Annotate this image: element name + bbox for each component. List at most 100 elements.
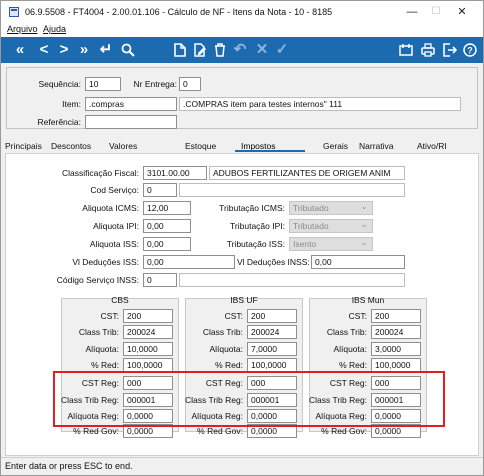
tributacao-icms-select[interactable]: Tributado — [289, 200, 373, 215]
title-bar: 06.9.5508 - FT4004 - 2.00.01.106 - Cálcu… — [1, 1, 483, 23]
aliquota-field[interactable]: 10,0000 — [123, 342, 173, 356]
red-label: % Red: — [339, 360, 367, 370]
next-record-icon[interactable]: > — [55, 37, 73, 63]
aliquota-label: Alíquota: — [333, 344, 367, 354]
options-icon[interactable] — [397, 37, 415, 63]
aliquota-ipi-label: Aliquota IPI: — [93, 221, 139, 231]
status-bar: Enter data or press ESC to end. — [1, 457, 483, 475]
codigo-servico-inss-description — [179, 273, 405, 287]
last-record-icon[interactable]: » — [73, 37, 95, 63]
exit-icon[interactable] — [441, 37, 459, 63]
cst-field[interactable]: 200 — [371, 309, 421, 323]
toolbar: « < > » ↵ ↶ ✕ ✓ ? — [1, 37, 483, 63]
vl-deducoes-iss-label: Vl Deduções ISS: — [72, 257, 139, 267]
class-trib-label: Class Trib: — [78, 327, 119, 337]
print-icon[interactable] — [419, 37, 437, 63]
aliquota-icms-field[interactable]: 12,00 — [143, 201, 191, 215]
cst-label: CST: — [224, 311, 243, 321]
aliquota-ipi-field[interactable]: 0,00 — [143, 219, 191, 233]
vl-deducoes-inss-label: Vl Deduções INSS: — [237, 257, 310, 267]
delete-icon[interactable] — [211, 37, 229, 63]
return-icon[interactable]: ↵ — [97, 37, 115, 63]
tax-group-title: IBS Mun — [351, 295, 385, 305]
vl-deducoes-inss-field[interactable]: 0,00 — [311, 255, 405, 269]
red-field[interactable]: 100,0000 — [247, 358, 297, 372]
item-description-field: .COMPRAS item para testes internos" 111 — [179, 97, 461, 111]
tab-descontos[interactable]: Descontos — [51, 141, 91, 151]
reference-field[interactable] — [85, 115, 177, 129]
tributacao-ipi-select[interactable]: Tributado — [289, 218, 373, 233]
maximize-button[interactable]: ☐ — [427, 4, 445, 20]
red-label: % Red: — [215, 360, 243, 370]
class-trib-label: Class Trib: — [202, 327, 243, 337]
active-tab-indicator — [235, 150, 305, 152]
aliquota-iss-label: Aliquota ISS: — [89, 239, 139, 249]
app-window: 06.9.5508 - FT4004 - 2.00.01.106 - Cálcu… — [0, 0, 484, 476]
delivery-label: Nr Entrega: — [133, 79, 177, 89]
red-field[interactable]: 100,0000 — [123, 358, 173, 372]
prev-record-icon[interactable]: < — [35, 37, 53, 63]
aliquota-label: Alíquota: — [209, 344, 243, 354]
cst-label: CST: — [100, 311, 119, 321]
menu-arquivo[interactable]: Arquivo — [7, 24, 38, 34]
tax-group-title: CBS — [111, 295, 129, 305]
tributacao-icms-label: Tributação ICMS: — [219, 203, 285, 213]
highlight-box — [53, 371, 445, 427]
item-label: Item: — [62, 99, 81, 109]
tab-valores[interactable]: Valores — [109, 141, 137, 151]
cst-label: CST: — [348, 311, 367, 321]
undo-icon[interactable]: ↶ — [231, 37, 249, 63]
confirm-icon[interactable]: ✓ — [273, 37, 291, 63]
minimize-button[interactable]: — — [403, 4, 421, 20]
tributacao-ipi-label: Tributação IPI: — [230, 221, 285, 231]
help-icon[interactable]: ? — [461, 37, 479, 63]
tab-estoque[interactable]: Estoque — [185, 141, 216, 151]
cst-field[interactable]: 200 — [247, 309, 297, 323]
tab-gerais[interactable]: Gerais — [323, 141, 348, 151]
tributacao-iss-label: Tributação ISS: — [226, 239, 285, 249]
classif-fiscal-field[interactable]: 3101.00.00 — [143, 166, 207, 180]
class-trib-label: Class Trib: — [326, 327, 367, 337]
cod-servico-field[interactable]: 0 — [143, 183, 177, 197]
svg-text:?: ? — [467, 46, 473, 56]
delivery-field[interactable]: 0 — [179, 77, 201, 91]
tab-narrativa[interactable]: Narrativa — [359, 141, 393, 151]
cancel-icon[interactable]: ✕ — [253, 37, 271, 63]
red-gov-label: % Red Gov: — [321, 426, 367, 436]
classif-fiscal-description: ADUBOS FERTILIZANTES DE ORIGEM ANIM — [209, 166, 405, 180]
menu-ajuda[interactable]: Ajuda — [43, 24, 66, 34]
class-trib-field[interactable]: 200024 — [371, 325, 421, 339]
first-record-icon[interactable]: « — [9, 37, 31, 63]
codigo-servico-inss-label: Código Serviço INSS: — [56, 275, 139, 285]
aliquota-field[interactable]: 7,0000 — [247, 342, 297, 356]
aliquota-iss-field[interactable]: 0,00 — [143, 237, 191, 251]
vl-deducoes-iss-field[interactable]: 0,00 — [143, 255, 235, 269]
class-trib-field[interactable]: 200024 — [123, 325, 173, 339]
aliquota-icms-label: Aliquota ICMS: — [82, 203, 139, 213]
sequence-field[interactable]: 10 — [85, 77, 121, 91]
close-button[interactable]: ✕ — [453, 4, 471, 20]
app-icon — [9, 7, 19, 17]
cst-field[interactable]: 200 — [123, 309, 173, 323]
window-title: 06.9.5508 - FT4004 - 2.00.01.106 - Cálcu… — [25, 7, 333, 17]
new-record-icon[interactable] — [171, 37, 189, 63]
red-gov-label: % Red Gov: — [197, 426, 243, 436]
item-code-field[interactable]: .compras — [85, 97, 177, 111]
edit-record-icon[interactable] — [191, 37, 209, 63]
search-icon[interactable] — [119, 37, 137, 63]
menu-bar: Arquivo Ajuda — [1, 23, 483, 37]
reference-label: Referência: — [37, 117, 81, 127]
cod-servico-description — [179, 183, 405, 197]
tributacao-iss-select[interactable]: Isento — [289, 236, 373, 251]
aliquota-label: Alíquota: — [85, 344, 119, 354]
red-label: % Red: — [91, 360, 119, 370]
aliquota-field[interactable]: 3,0000 — [371, 342, 421, 356]
codigo-servico-inss-field[interactable]: 0 — [143, 273, 177, 287]
red-field[interactable]: 100,0000 — [371, 358, 421, 372]
sequence-label: Sequência: — [38, 79, 81, 89]
tab-ativo-ri[interactable]: Ativo/RI — [417, 141, 447, 151]
class-trib-field[interactable]: 200024 — [247, 325, 297, 339]
tab-principais[interactable]: Principais — [5, 141, 42, 151]
classif-fiscal-label: Classificação Fiscal: — [62, 168, 139, 178]
tax-group-title: IBS UF — [230, 295, 258, 305]
